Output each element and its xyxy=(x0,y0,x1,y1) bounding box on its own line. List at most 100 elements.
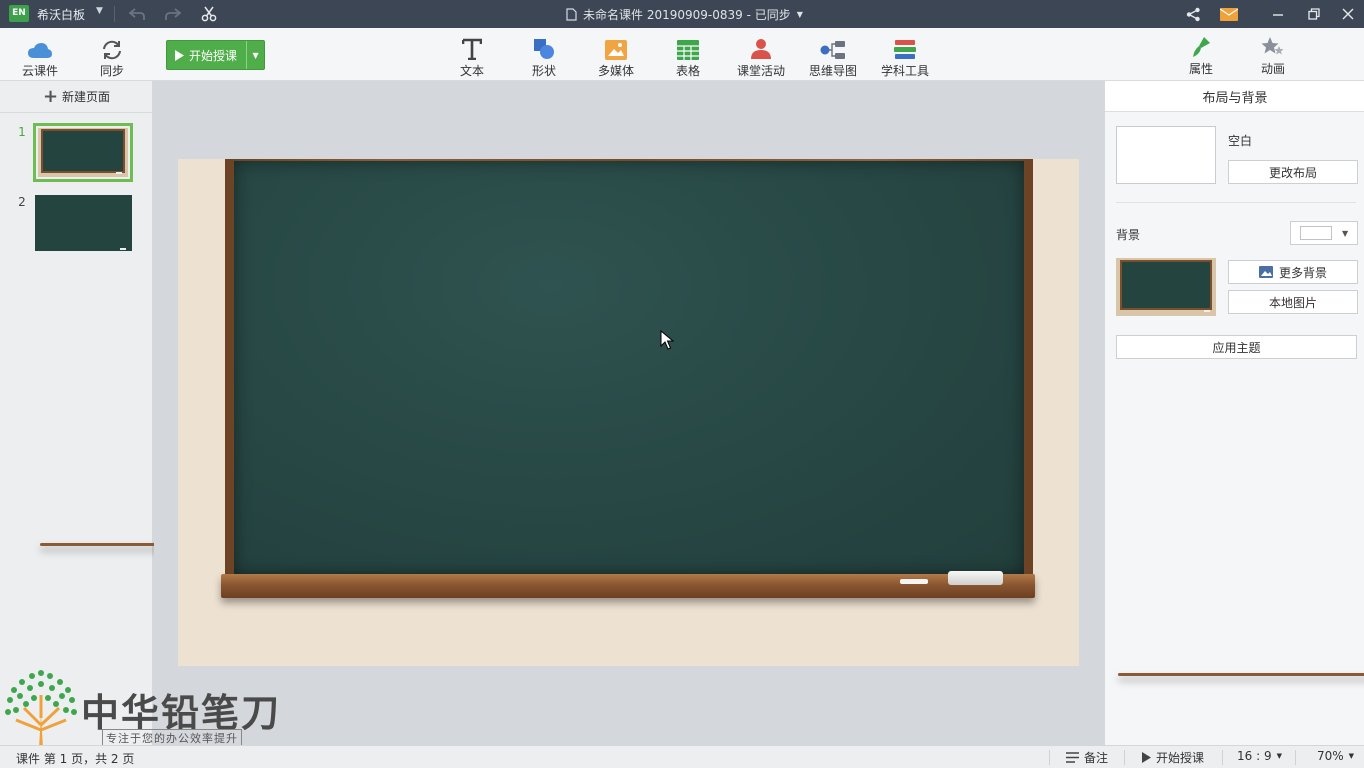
tool-text-label: 文本 xyxy=(459,64,484,78)
notes-icon xyxy=(1066,752,1079,763)
chalkboard[interactable] xyxy=(234,161,1024,575)
status-separator xyxy=(1049,750,1050,765)
table-icon xyxy=(677,40,699,60)
tool-media-label: 多媒体 xyxy=(597,64,634,78)
redo-icon[interactable] xyxy=(163,4,183,24)
background-color-swatch xyxy=(1300,226,1332,240)
chalkboard-frame xyxy=(225,159,1033,584)
undo-icon[interactable] xyxy=(127,4,147,24)
slides-panel: + 新建页面 1 2 xyxy=(0,81,854,745)
title-separator xyxy=(114,6,115,22)
aspect-ratio-select[interactable]: 16 : 9 ▼ xyxy=(1237,749,1282,763)
shape-icon xyxy=(534,39,554,59)
tool-shape-button[interactable]: 形状 xyxy=(524,28,564,81)
slide-canvas[interactable] xyxy=(178,159,1079,666)
layout-preview[interactable] xyxy=(1116,126,1216,184)
tool-activity-button[interactable]: 课堂活动 xyxy=(736,28,786,81)
new-page-button[interactable]: + 新建页面 xyxy=(0,81,153,113)
media-icon xyxy=(605,40,627,60)
slide-thumbnail-1[interactable] xyxy=(33,123,854,546)
change-layout-button[interactable]: 更改布局 xyxy=(1228,160,1358,184)
app-menu-caret-icon[interactable]: ▼ xyxy=(96,6,103,16)
tool-subject-tools-label: 学科工具 xyxy=(880,64,929,78)
ribbon-toolbar: 云课件 同步 开始授课 ▼ 文本 形状 多媒体 表格 课堂活动 思维导图 学科工… xyxy=(0,28,1364,81)
sync-label: 同步 xyxy=(99,64,124,78)
canvas-area[interactable] xyxy=(154,81,1103,745)
slide-thumbnail-2[interactable] xyxy=(35,195,132,251)
tab-animation[interactable]: 动画 xyxy=(1258,28,1288,81)
apply-theme-label: 应用主题 xyxy=(1212,340,1261,355)
cloud-icon xyxy=(28,43,52,58)
close-icon[interactable] xyxy=(1337,4,1359,24)
watermark-logo: 中华铅笔刀 专注于您的办公效率提升 xyxy=(4,670,279,750)
more-backgrounds-label: 更多背景 xyxy=(1278,265,1327,280)
start-teaching-button[interactable]: 开始授课 ▼ xyxy=(166,40,265,70)
aspect-ratio-value: 16 : 9 xyxy=(1237,749,1272,763)
star-icon xyxy=(1261,37,1284,55)
share-icon[interactable] xyxy=(1182,4,1204,24)
tool-mindmap-button[interactable]: 思维导图 xyxy=(808,28,858,81)
cloud-label: 云课件 xyxy=(21,64,58,78)
zoom-select[interactable]: 70% ▼ xyxy=(1317,749,1354,763)
text-icon xyxy=(462,38,482,60)
tab-properties-label: 属性 xyxy=(1188,62,1213,76)
background-color-select[interactable]: ▼ xyxy=(1290,221,1358,245)
status-separator xyxy=(1124,750,1125,765)
activity-icon xyxy=(751,39,771,59)
board-eraser xyxy=(948,571,1003,585)
mail-icon[interactable] xyxy=(1218,4,1240,24)
document-title-menu[interactable]: 未命名课件 20190909-0839 - 已同步 ▼ xyxy=(566,6,803,23)
chevron-down-icon: ▼ xyxy=(1342,228,1349,238)
tool-media-button[interactable]: 多媒体 xyxy=(596,28,636,81)
status-separator xyxy=(1295,750,1296,765)
status-bar: 课件 第 1 页，共 2 页 备注 开始授课 16 : 9 ▼ 70% ▼ xyxy=(0,745,1364,768)
notes-button[interactable]: 备注 xyxy=(1066,749,1108,766)
minimize-icon[interactable] xyxy=(1267,4,1289,24)
tool-text-button[interactable]: 文本 xyxy=(452,28,492,81)
status-start-teaching-button[interactable]: 开始授课 xyxy=(1142,749,1204,766)
tool-subject-tools-button[interactable]: 学科工具 xyxy=(880,28,930,81)
cloud-courseware-button[interactable]: 云课件 xyxy=(20,28,60,81)
notes-label: 备注 xyxy=(1084,751,1109,765)
background-label: 背景 xyxy=(1116,228,1141,242)
zoom-value: 70% xyxy=(1317,749,1344,763)
mouse-cursor-icon xyxy=(660,330,674,350)
local-image-button[interactable]: 本地图片 xyxy=(1228,290,1358,314)
start-teaching-dropdown-icon[interactable]: ▼ xyxy=(246,41,264,69)
properties-panel: 布局与背景 空白 更改布局 背景 ▼ 更多背景 本地图片 应用主题 xyxy=(1104,81,1364,745)
tree-logo-icon xyxy=(5,670,77,748)
layout-name: 空白 xyxy=(1228,134,1253,148)
app-logo: EN xyxy=(9,5,29,22)
status-separator xyxy=(1222,750,1223,765)
mindmap-icon xyxy=(820,41,845,59)
slide-number: 1 xyxy=(18,125,26,139)
brush-icon xyxy=(1193,37,1210,57)
sync-button[interactable]: 同步 xyxy=(96,28,128,81)
chalk-stick xyxy=(900,579,928,584)
apply-theme-button[interactable]: 应用主题 xyxy=(1116,335,1357,359)
restore-icon[interactable] xyxy=(1303,4,1325,24)
chalkboard-ledge xyxy=(221,574,1035,598)
page-info: 课件 第 1 页，共 2 页 xyxy=(16,752,135,766)
background-thumbnail[interactable] xyxy=(1116,258,1364,676)
subject-tools-icon xyxy=(894,40,916,59)
panel-divider xyxy=(1116,202,1356,203)
slide-number: 2 xyxy=(18,195,26,209)
more-backgrounds-button[interactable]: 更多背景 xyxy=(1228,260,1358,284)
chevron-down-icon: ▼ xyxy=(1348,752,1355,760)
scissors-icon[interactable] xyxy=(199,4,219,24)
tool-table-button[interactable]: 表格 xyxy=(668,28,708,81)
app-name-menu[interactable]: 希沃白板 xyxy=(37,6,85,23)
new-page-label: 新建页面 xyxy=(62,90,111,104)
tab-properties[interactable]: 属性 xyxy=(1186,28,1216,81)
document-title: 未命名课件 20190909-0839 - 已同步 xyxy=(583,8,791,22)
tool-shape-label: 形状 xyxy=(531,64,556,78)
tab-animation-label: 动画 xyxy=(1260,62,1285,76)
local-image-label: 本地图片 xyxy=(1268,295,1317,310)
tool-mindmap-label: 思维导图 xyxy=(808,64,857,78)
play-icon xyxy=(175,49,184,61)
play-icon xyxy=(1142,752,1151,763)
change-layout-label: 更改布局 xyxy=(1268,165,1317,180)
title-bar: EN 希沃白板 ▼ 未命名课件 20190909-0839 - 已同步 ▼ xyxy=(0,0,1364,28)
status-start-teaching-label: 开始授课 xyxy=(1156,751,1205,765)
